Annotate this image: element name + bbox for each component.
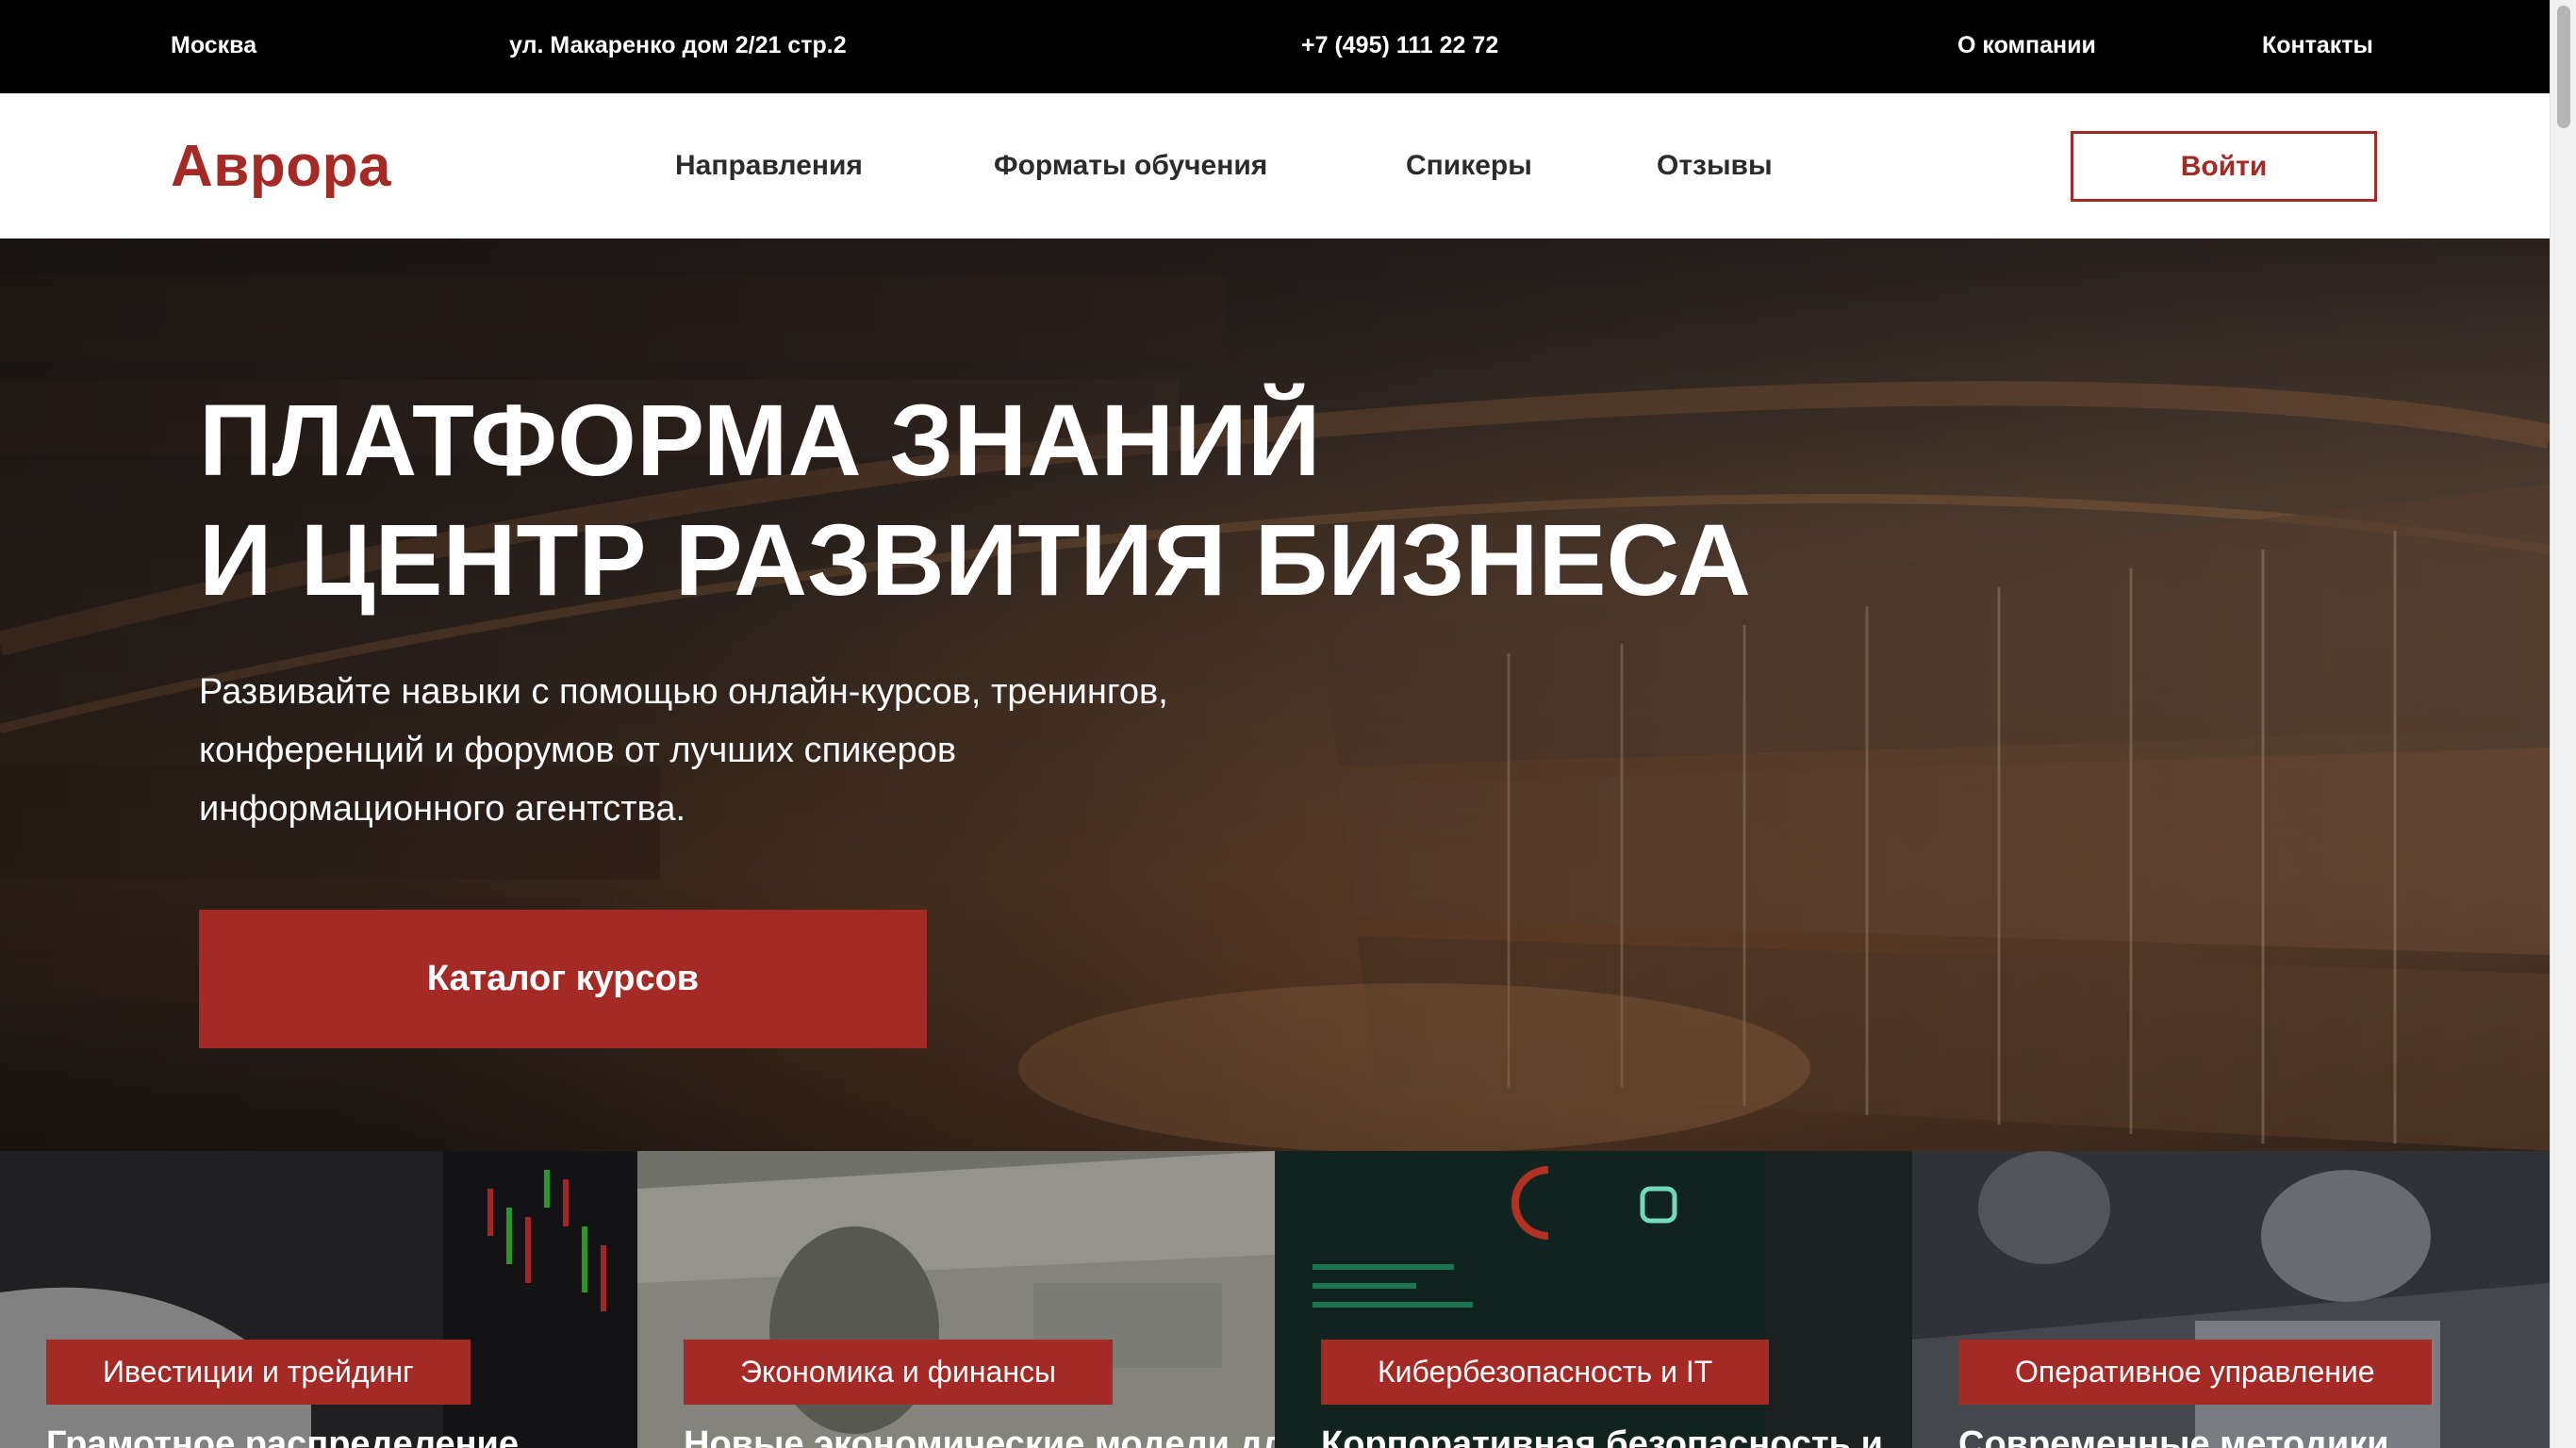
nav-reviews[interactable]: Отзывы — [1657, 150, 1773, 182]
hero-subtitle: Развивайте навыки с помощью онлайн-курсо… — [199, 663, 1330, 838]
hero-title: ПЛАТФОРМА ЗНАНИЙ И ЦЕНТР РАЗВИТИЯ БИЗНЕС… — [199, 380, 1751, 619]
category-description: Грамотное распределение — [46, 1424, 520, 1448]
main-header: Аврора Направления Форматы обучения Спик… — [0, 93, 2550, 239]
city-label: Москва — [171, 32, 257, 58]
scrollbar-thumb[interactable] — [2557, 6, 2570, 128]
category-card-investments[interactable]: Ивестиции и трейдинг Грамотное распредел… — [0, 1151, 637, 1448]
nav-formats[interactable]: Форматы обучения — [994, 150, 1267, 182]
login-button[interactable]: Войти — [2071, 131, 2377, 202]
course-catalog-button[interactable]: Каталог курсов — [199, 910, 927, 1048]
address-label: ул. Макаренко дом 2/21 стр.2 — [509, 32, 847, 58]
category-description: Современные методики — [1958, 1424, 2389, 1448]
category-cards: Ивестиции и трейдинг Грамотное распредел… — [0, 1151, 2550, 1448]
nav-speakers[interactable]: Спикеры — [1406, 150, 1532, 182]
category-description: Новые экономические модели для — [684, 1424, 1275, 1448]
hero-subtitle-line-1: Развивайте навыки с помощью онлайн-курсо… — [199, 672, 1168, 712]
category-tag: Ивестиции и трейдинг — [46, 1340, 471, 1405]
category-card-economics[interactable]: Экономика и финансы Новые экономические … — [637, 1151, 1275, 1448]
page: Москва ул. Макаренко дом 2/21 стр.2 +7 (… — [0, 0, 2576, 1448]
hero-title-line-2: И ЦЕНТР РАЗВИТИЯ БИЗНЕСА — [199, 502, 1751, 617]
about-link[interactable]: О компании — [1957, 32, 2096, 59]
hero-section: ПЛАТФОРМА ЗНАНИЙ И ЦЕНТР РАЗВИТИЯ БИЗНЕС… — [0, 239, 2550, 1151]
category-tag: Оперативное управление — [1958, 1340, 2432, 1405]
category-tag: Кибербезопасность и IT — [1321, 1340, 1770, 1405]
phone-link[interactable]: +7 (495) 111 22 72 — [1301, 32, 1498, 59]
category-card-cybersecurity[interactable]: Кибербезопасность и IT Корпоративная без… — [1275, 1151, 1912, 1448]
logo[interactable]: Аврора — [171, 133, 391, 200]
category-tag: Экономика и финансы — [684, 1340, 1113, 1405]
category-card-management[interactable]: Оперативное управление Современные метод… — [1912, 1151, 2550, 1448]
hero-title-line-1: ПЛАТФОРМА ЗНАНИЙ — [199, 383, 1321, 497]
category-description: Корпоративная безопасность и — [1321, 1424, 1883, 1448]
hero-subtitle-line-2: конференций и форумов от лучших спикеров — [199, 731, 957, 770]
page-scrollbar[interactable] — [2550, 0, 2576, 1448]
nav-directions[interactable]: Направления — [675, 150, 863, 182]
top-bar: Москва ул. Макаренко дом 2/21 стр.2 +7 (… — [0, 0, 2550, 93]
hero-subtitle-line-3: информационного агентства. — [199, 789, 686, 829]
contacts-link[interactable]: Контакты — [2262, 32, 2373, 59]
